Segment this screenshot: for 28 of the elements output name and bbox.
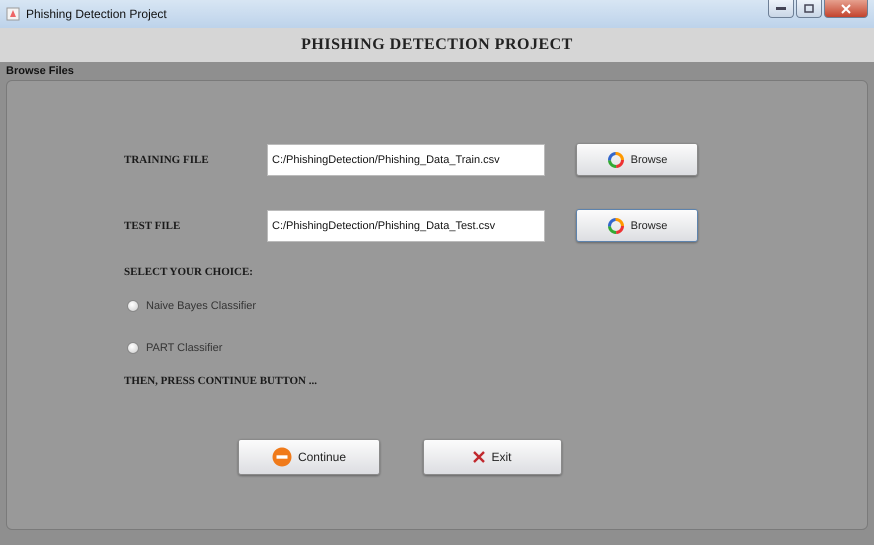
file-path-field[interactable]: C:/PhishingDetection/Phishing_Data_Test.csv [267,210,545,242]
app-icon [6,7,20,21]
field-label: TEST FILE [124,220,182,232]
field-label: TRAINING FILE [124,154,210,166]
browse-button[interactable]: Browse [576,143,698,176]
window-title: Phishing Detection Project [26,7,168,21]
circle-arrows-icon [606,150,625,168]
radio-icon[interactable] [127,300,139,312]
maximize-button[interactable] [796,0,822,18]
circle-arrows-icon [606,216,625,234]
choice-label: SELECT YOUR CHOICE: [124,266,254,278]
minimize-icon [776,6,786,10]
header-title: PHISHING DETECTION PROJECT [301,36,573,54]
radio-icon[interactable] [127,342,139,354]
minimize-button[interactable] [768,0,794,18]
section-label: Browse Files [5,64,75,78]
close-button[interactable] [824,0,868,18]
no-entry-icon [272,447,292,467]
close-icon [473,451,486,463]
continue-button[interactable]: Continue [238,439,380,475]
close-icon [841,4,851,14]
radio-option[interactable]: Naive Bayes Classifier [127,298,867,314]
instruction-text: THEN, PRESS CONTINUE BUTTON ... [124,375,318,387]
exit-button[interactable]: Exit [423,439,562,475]
radio-option[interactable]: PART Classifier [127,340,867,356]
maximize-icon [804,4,814,13]
browse-button[interactable]: Browse [576,209,698,242]
file-path-field[interactable]: C:/PhishingDetection/Phishing_Data_Train.csv [267,144,545,176]
